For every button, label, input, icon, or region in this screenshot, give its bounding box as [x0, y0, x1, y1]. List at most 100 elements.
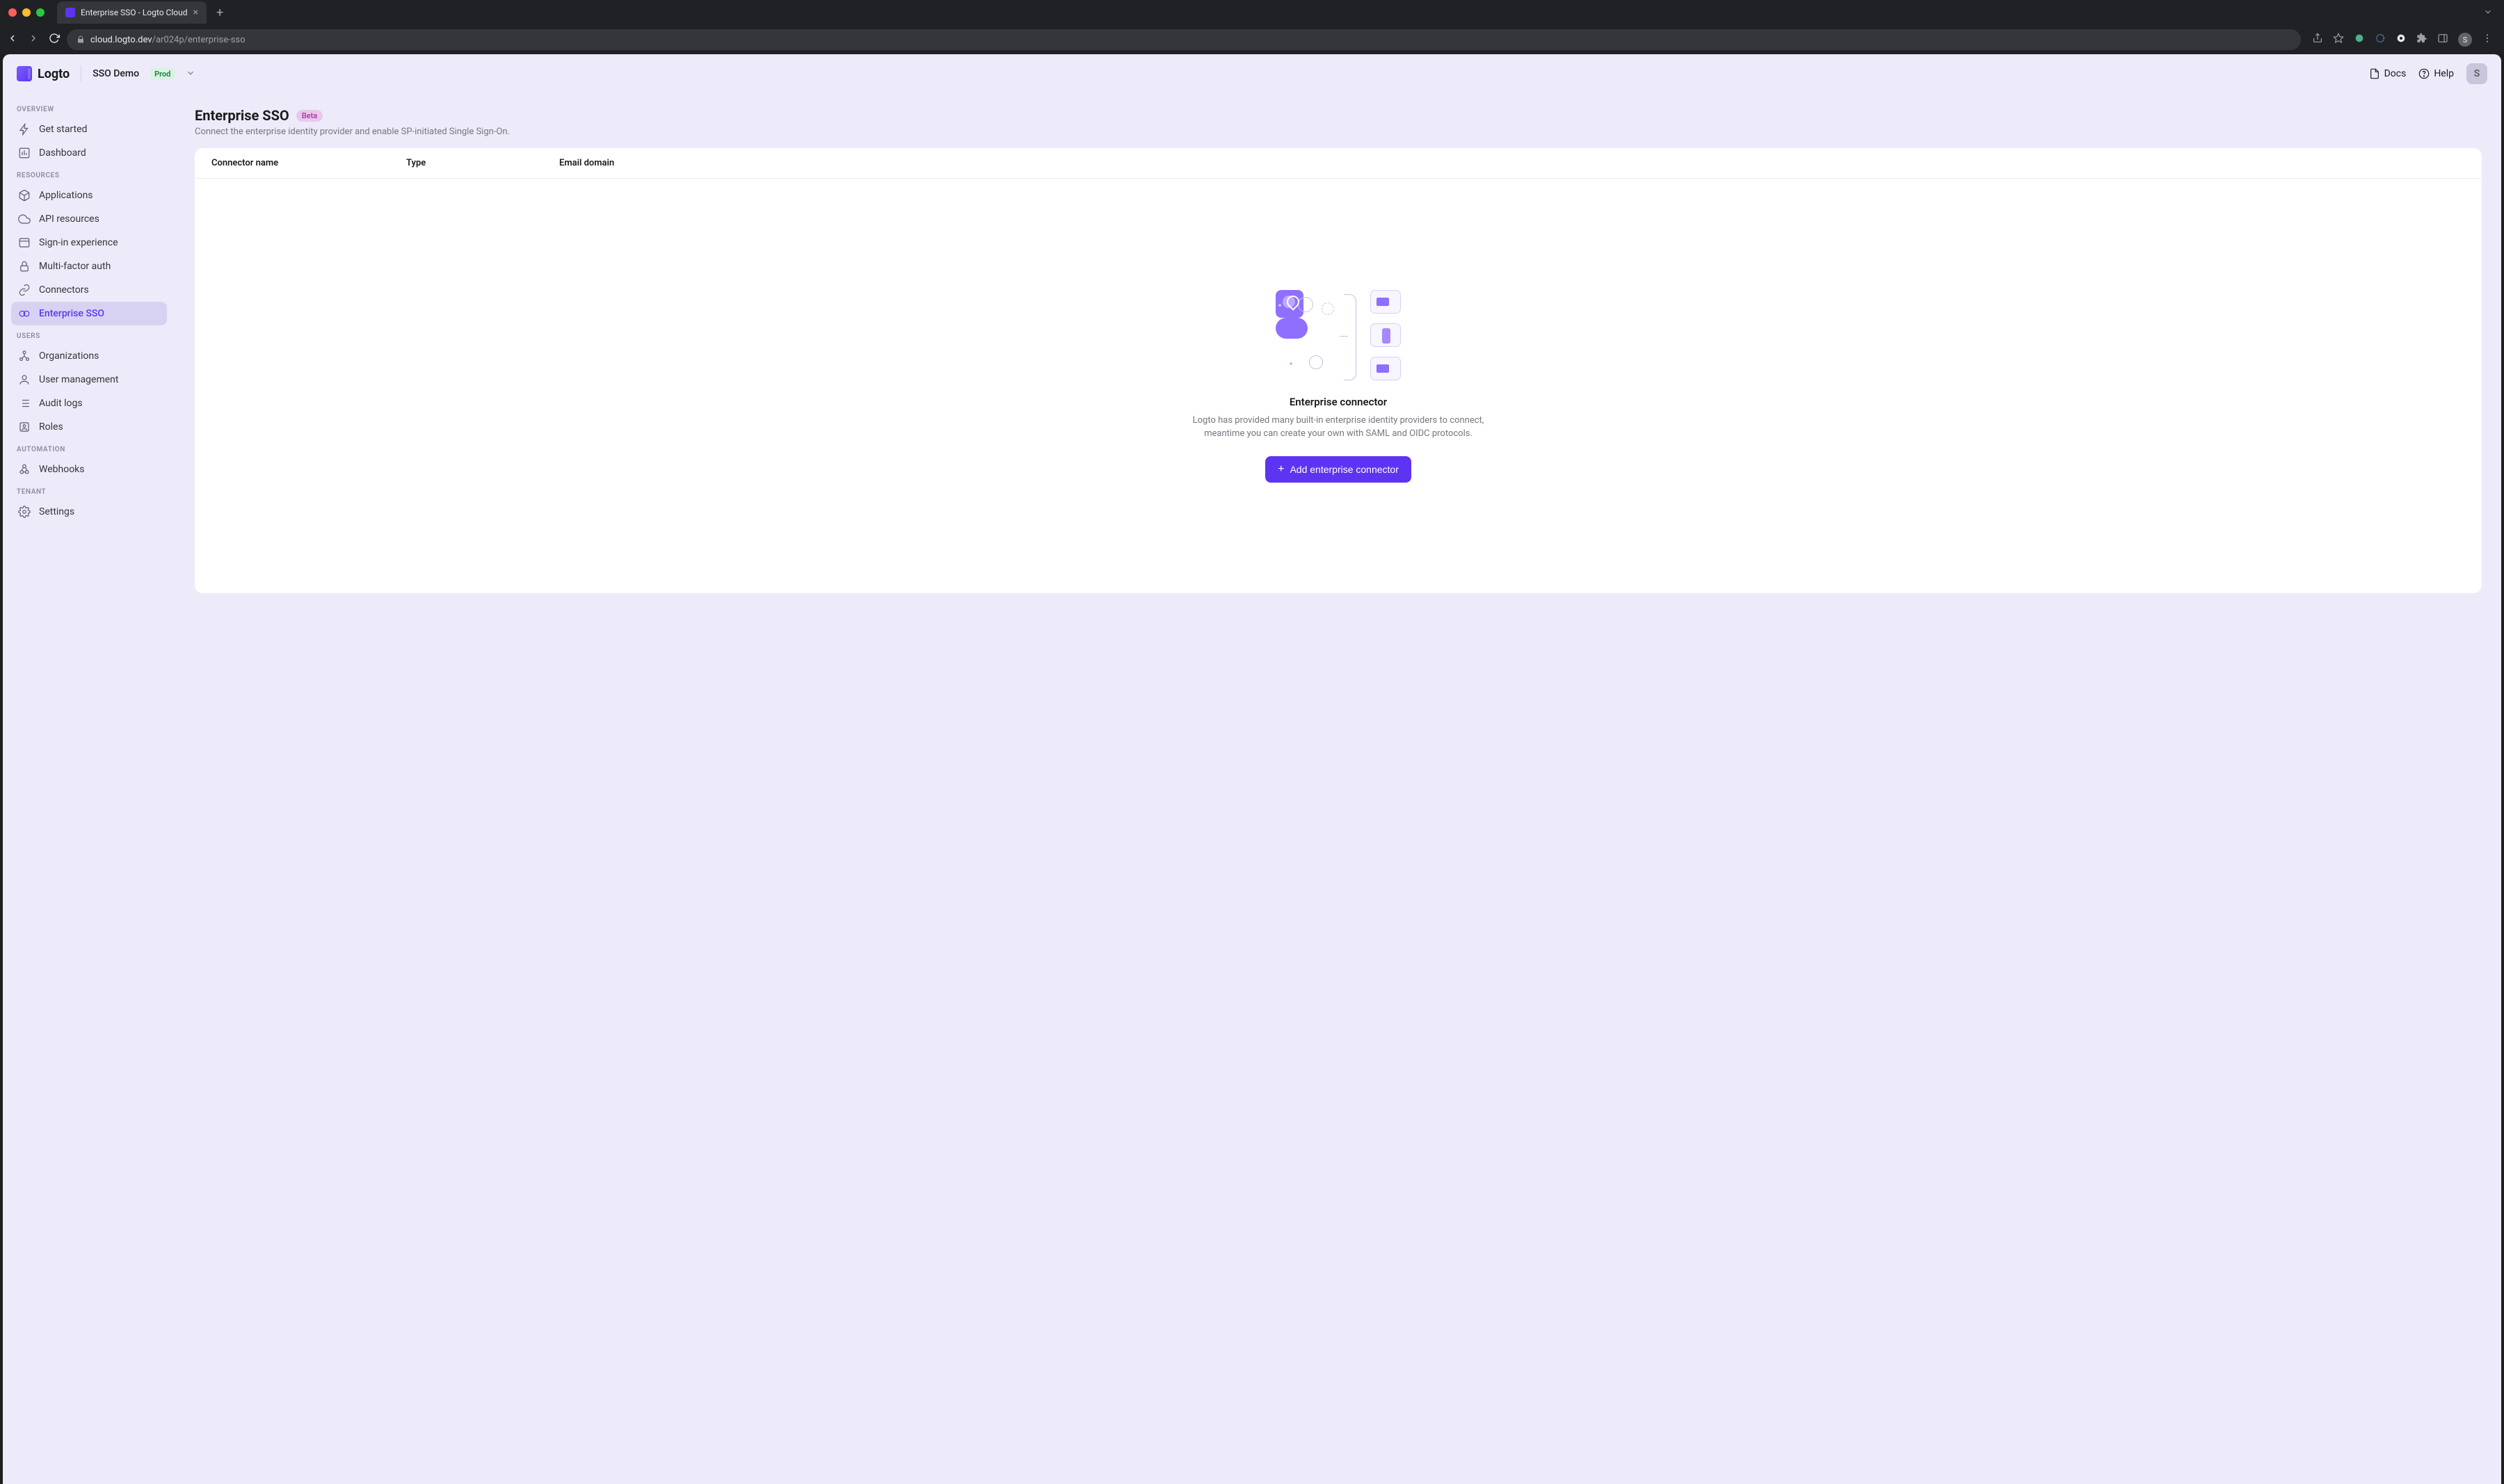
browser-tab[interactable]: Enterprise SSO - Logto Cloud × [57, 1, 207, 24]
app-root: Logto SSO Demo Prod Docs Help S OVERVIEW [3, 54, 2501, 1484]
sidebar-item-user-management[interactable]: User management [11, 368, 167, 392]
docs-label: Docs [2384, 68, 2407, 79]
docs-link[interactable]: Docs [2369, 68, 2407, 79]
org-icon [18, 350, 31, 362]
nav-label: Connectors [39, 284, 89, 296]
window-controls[interactable] [8, 8, 45, 17]
logo-icon [17, 66, 32, 81]
sidebar-item-applications[interactable]: Applications [11, 184, 167, 207]
roles-icon [18, 421, 31, 433]
document-icon [2369, 68, 2380, 79]
nav-label: Multi-factor auth [39, 261, 111, 272]
nav-label: Settings [39, 506, 74, 517]
help-icon [2418, 68, 2430, 79]
sidebar-item-api-resources[interactable]: API resources [11, 207, 167, 231]
nav-label: API resources [39, 213, 99, 225]
webhook-icon [18, 463, 31, 476]
sidebar-item-roles[interactable]: Roles [11, 415, 167, 439]
tab-title: Enterprise SSO - Logto Cloud [81, 8, 187, 17]
maximize-window-icon[interactable] [36, 8, 45, 17]
address-bar[interactable]: cloud.logto.dev/ar024p/enterprise-sso [67, 29, 2301, 50]
user-avatar[interactable]: S [2466, 63, 2487, 84]
new-tab-button[interactable]: + [211, 6, 229, 20]
section-users: USERS [11, 325, 167, 344]
lock-icon [18, 260, 31, 273]
minimize-window-icon[interactable] [22, 8, 31, 17]
brand-name: Logto [38, 67, 70, 81]
window-icon [18, 236, 31, 249]
sso-icon [18, 307, 31, 320]
forward-button[interactable] [28, 33, 39, 47]
topbar: Logto SSO Demo Prod Docs Help S [3, 54, 2501, 93]
nav-label: Dashboard [39, 147, 86, 159]
empty-description: Logto has provided many built-in enterpr… [1171, 414, 1505, 441]
nav-label: User management [39, 374, 118, 385]
data-panel: Connector name Type Email domain [195, 148, 2482, 593]
nav-label: Organizations [39, 350, 99, 362]
page-title-row: Enterprise SSO Beta [195, 107, 2482, 124]
add-enterprise-connector-button[interactable]: + Add enterprise connector [1265, 456, 1411, 483]
menu-icon[interactable] [2482, 33, 2493, 47]
main-content: Enterprise SSO Beta Connect the enterpri… [175, 93, 2501, 1484]
address-bar-row: cloud.logto.dev/ar024p/enterprise-sso S [0, 25, 2504, 54]
brand-logo[interactable]: Logto [17, 66, 70, 81]
env-badge: Prod [150, 68, 175, 80]
share-icon[interactable] [2312, 33, 2323, 47]
tabs-overflow-icon[interactable] [2478, 6, 2498, 19]
user-icon [18, 373, 31, 386]
box-icon [18, 189, 31, 202]
chart-icon [18, 147, 31, 159]
sidebar-item-webhooks[interactable]: Webhooks [11, 458, 167, 481]
empty-state: Enterprise connector Logto has provided … [195, 179, 2482, 593]
ext-icon-2[interactable] [2375, 33, 2386, 47]
bolt-icon [18, 123, 31, 136]
plus-icon: + [1278, 464, 1284, 475]
sidebar: OVERVIEW Get started Dashboard RESOURCES… [3, 93, 175, 1484]
sidebar-item-organizations[interactable]: Organizations [11, 344, 167, 368]
sidebar-item-connectors[interactable]: Connectors [11, 278, 167, 302]
nav-label: Get started [39, 124, 87, 135]
column-email-domain: Email domain [559, 158, 2465, 168]
bookmark-icon[interactable] [2333, 33, 2344, 47]
extensions-icon[interactable] [2416, 33, 2427, 47]
url-domain: cloud.logto.dev [90, 35, 152, 45]
section-resources: RESOURCES [11, 165, 167, 184]
table-header: Connector name Type Email domain [195, 148, 2482, 179]
close-window-icon[interactable] [8, 8, 17, 17]
sidebar-item-enterprise-sso[interactable]: Enterprise SSO [11, 302, 167, 325]
help-link[interactable]: Help [2418, 68, 2454, 79]
sidebar-item-get-started[interactable]: Get started [11, 118, 167, 141]
nav-label: Audit logs [39, 398, 83, 409]
button-label: Add enterprise connector [1290, 464, 1398, 475]
illustration [1276, 290, 1401, 380]
ext-icon-3[interactable] [2395, 33, 2407, 47]
tab-bar: Enterprise SSO - Logto Cloud × + [0, 0, 2504, 25]
sidebar-item-dashboard[interactable]: Dashboard [11, 141, 167, 165]
sidebar-item-sign-in-experience[interactable]: Sign-in experience [11, 231, 167, 255]
column-type: Type [406, 158, 559, 168]
tenant-name: SSO Demo [93, 68, 139, 79]
sidebar-item-audit-logs[interactable]: Audit logs [11, 392, 167, 415]
lock-icon [77, 35, 85, 44]
nav-label: Enterprise SSO [39, 308, 104, 319]
nav-label: Applications [39, 190, 93, 201]
back-button[interactable] [7, 33, 18, 47]
help-label: Help [2434, 68, 2454, 79]
browser-chrome: Enterprise SSO - Logto Cloud × + cloud.l… [0, 0, 2504, 54]
nav-label: Webhooks [39, 464, 85, 475]
ext-icon-1[interactable] [2354, 33, 2365, 47]
tenant-switcher[interactable] [186, 67, 195, 81]
list-icon [18, 397, 31, 410]
close-tab-icon[interactable]: × [193, 7, 198, 18]
nav-label: Sign-in experience [39, 237, 118, 248]
reload-button[interactable] [49, 33, 60, 47]
page-subtitle: Connect the enterprise identity provider… [195, 127, 2482, 137]
nav-label: Roles [39, 421, 63, 433]
profile-avatar[interactable]: S [2458, 33, 2472, 47]
section-overview: OVERVIEW [11, 99, 167, 118]
cloud-icon [18, 213, 31, 225]
url-path: /ar024p/enterprise-sso [152, 35, 246, 45]
sidebar-item-mfa[interactable]: Multi-factor auth [11, 255, 167, 278]
panel-icon[interactable] [2437, 33, 2448, 47]
sidebar-item-settings[interactable]: Settings [11, 500, 167, 524]
